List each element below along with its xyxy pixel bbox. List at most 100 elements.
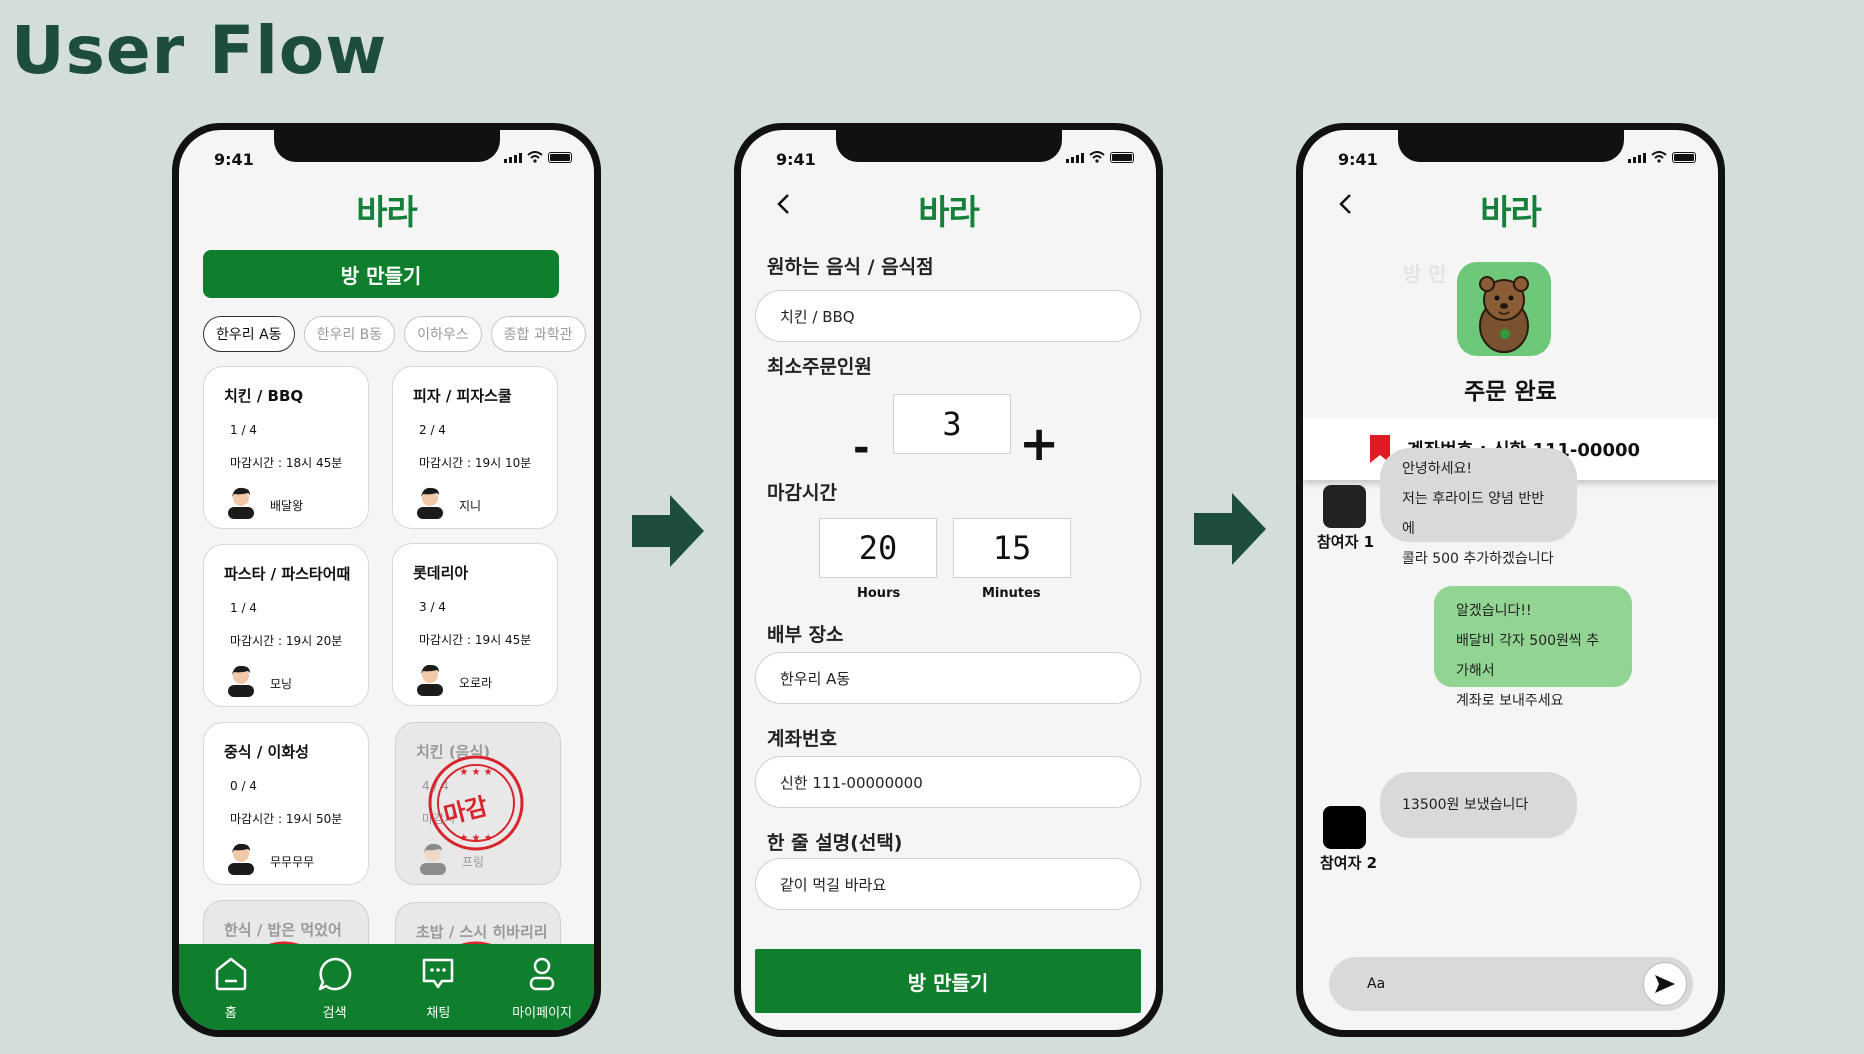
room-card[interactable]: 피자 / 피자스쿨 2 / 4 마감시간 : 19시 10분 지니 <box>392 366 558 529</box>
location-filters: 한우리 A동 한우리 B동 이하우스 종합 과학관 <box>203 316 594 352</box>
hours-input[interactable]: 20 <box>819 518 937 578</box>
min-people-label: 최소주문인원 <box>767 356 872 378</box>
status-time: 9:41 <box>214 150 254 169</box>
message-line: 안녕하세요! <box>1402 461 1473 477</box>
participant-name: 참여자 2 <box>1320 854 1378 872</box>
signal-icon <box>1628 153 1646 163</box>
description-input[interactable]: 같이 먹길 바라요 <box>755 858 1141 910</box>
account-label: 계좌번호 <box>767 728 837 750</box>
chat-input[interactable]: Aa <box>1329 957 1693 1011</box>
host-name: 오로라 <box>459 676 493 690</box>
create-room-screen: 9:41 바라 원하는 음식 / 음식점 치킨 / BBQ 최소주문인원 - 3… <box>741 130 1156 1030</box>
nav-home[interactable]: 홈 <box>191 954 271 1021</box>
search-bubble-icon <box>318 957 351 991</box>
message-line: 콜라 500 추가하겠습니다 <box>1402 551 1554 567</box>
app-logo: 바라 <box>356 193 418 233</box>
status-icons <box>1628 151 1696 163</box>
avatar-icon <box>417 664 443 696</box>
account-input[interactable]: 신한 111-00000000 <box>755 756 1141 808</box>
host-name: 프링 <box>462 855 485 869</box>
minus-button[interactable]: - <box>853 425 870 471</box>
room-card-closed[interactable]: 치킨 (음식) 4 / 4 마감시 프링 ★ ★ ★ ★ ★ ★ 마감 <box>395 722 561 885</box>
status-time: 9:41 <box>776 150 816 169</box>
min-people-value[interactable]: 3 <box>893 394 1011 454</box>
minutes-unit: Minutes <box>982 586 1041 601</box>
status-time: 9:41 <box>1338 150 1378 169</box>
nav-label: 채팅 <box>426 1006 451 1021</box>
room-card[interactable]: 중식 / 이화성 0 / 4 마감시간 : 19시 50분 무무무무 <box>203 722 369 885</box>
flow-arrow-icon <box>1194 493 1266 565</box>
send-button[interactable] <box>1643 962 1687 1006</box>
filter-chip[interactable]: 한우리 B동 <box>303 316 396 352</box>
room-title: 파스타 / 파스타어때 <box>224 565 351 583</box>
room-deadline: 마감시간 : 19시 45분 <box>419 633 532 647</box>
participant-avatar <box>1323 485 1366 528</box>
wifi-icon <box>527 151 543 163</box>
flow-arrow-icon <box>632 495 704 567</box>
home-screen: 9:41 바라 방 만들기 한우리 A동 한우리 B동 이하우스 종합 과학관 … <box>179 130 594 1030</box>
host-name: 배달왕 <box>270 499 304 513</box>
nav-chat[interactable]: 채팅 <box>398 954 478 1021</box>
plus-button[interactable]: + <box>1019 416 1059 472</box>
message-line: 배달비 각자 500원씩 추가해서 <box>1456 633 1600 679</box>
filter-chip[interactable]: 종합 과학관 <box>490 316 586 352</box>
bottom-nav: 홈 검색 채팅 마이페이지 <box>179 944 594 1030</box>
chat-screen: 9:41 바라 방 만 주문 완료 계좌번호 : 신한 111-00000 <box>1303 130 1718 1030</box>
filter-chip[interactable]: 한우리 A동 <box>203 316 295 352</box>
place-label: 배부 장소 <box>767 624 844 646</box>
host-name: 무무무무 <box>270 855 315 869</box>
avatar-icon <box>417 487 443 519</box>
place-input[interactable]: 한우리 A동 <box>755 652 1141 704</box>
room-card[interactable]: 파스타 / 파스타어때 1 / 4 마감시간 : 19시 20분 모닝 <box>203 544 369 707</box>
nav-search[interactable]: 검색 <box>295 954 375 1021</box>
food-input[interactable]: 치킨 / BBQ <box>755 290 1141 342</box>
nav-mypage[interactable]: 마이페이지 <box>502 954 582 1021</box>
message-line: 저는 후라이드 양념 반반에 <box>1402 491 1545 537</box>
room-title: 중식 / 이화성 <box>224 743 309 761</box>
profile-icon <box>529 957 555 991</box>
faded-heading: 방 만 <box>1403 262 1447 286</box>
message-line: 알겠습니다!! <box>1456 603 1532 619</box>
quokka-character-image <box>1457 262 1551 356</box>
host-name: 모닝 <box>270 677 293 691</box>
slide-title: User Flow <box>11 12 388 89</box>
wifi-icon <box>1651 151 1667 163</box>
room-deadline: 마감시간 : 19시 20분 <box>230 634 343 648</box>
signal-icon <box>1066 153 1084 163</box>
room-title: 한식 / 밥은 먹었어 <box>224 921 342 939</box>
quokka-icon <box>1479 276 1529 353</box>
status-icons <box>1066 151 1134 163</box>
minutes-input[interactable]: 15 <box>953 518 1071 578</box>
description-label: 한 줄 설명(선택) <box>767 832 903 854</box>
filter-chip[interactable]: 이하우스 <box>404 316 482 352</box>
nav-label: 홈 <box>224 1006 237 1021</box>
svg-text:★ ★ ★: ★ ★ ★ <box>459 767 492 778</box>
participant-avatar <box>1323 806 1366 849</box>
avatar-icon <box>228 843 254 875</box>
room-card[interactable]: 치킨 / BBQ 1 / 4 마감시간 : 18시 45분 배달왕 <box>203 366 369 529</box>
order-complete-title: 주문 완료 <box>1464 379 1557 405</box>
nav-label: 검색 <box>322 1006 347 1021</box>
status-icons <box>504 151 572 163</box>
deadline-label: 마감시간 <box>767 482 837 504</box>
avatar-icon <box>228 665 254 697</box>
create-room-submit-button[interactable]: 방 만들기 <box>755 949 1141 1013</box>
make-room-button[interactable]: 방 만들기 <box>203 250 559 298</box>
avatar-icon <box>228 487 254 519</box>
message-line: 13500원 보냈습니다 <box>1402 797 1529 813</box>
room-title: 치킨 / BBQ <box>224 387 304 405</box>
phone-home: 9:41 바라 방 만들기 한우리 A동 한우리 B동 이하우스 종합 과학관 … <box>172 123 601 1037</box>
my-message-bubble: 알겠습니다!! 배달비 각자 500원씩 추가해서 계좌로 보내주세요 <box>1434 586 1632 709</box>
phone-create-room: 9:41 바라 원하는 음식 / 음식점 치킨 / BBQ 최소주문인원 - 3… <box>734 123 1163 1037</box>
host-name: 지니 <box>459 499 482 513</box>
room-count: 0 / 4 <box>230 779 257 793</box>
room-count: 2 / 4 <box>419 423 446 437</box>
app-logo: 바라 <box>918 193 980 233</box>
message-bubble: 안녕하세요! 저는 후라이드 양념 반반에 콜라 500 추가하겠습니다 <box>1380 448 1577 567</box>
message-line: 계좌로 보내주세요 <box>1456 693 1564 709</box>
notch <box>836 130 1062 162</box>
room-card[interactable]: 롯데리아 3 / 4 마감시간 : 19시 45분 오로라 <box>392 543 558 706</box>
chat-input-placeholder: Aa <box>1367 976 1386 992</box>
hours-unit: Hours <box>857 586 901 601</box>
room-count: 1 / 4 <box>230 423 257 437</box>
